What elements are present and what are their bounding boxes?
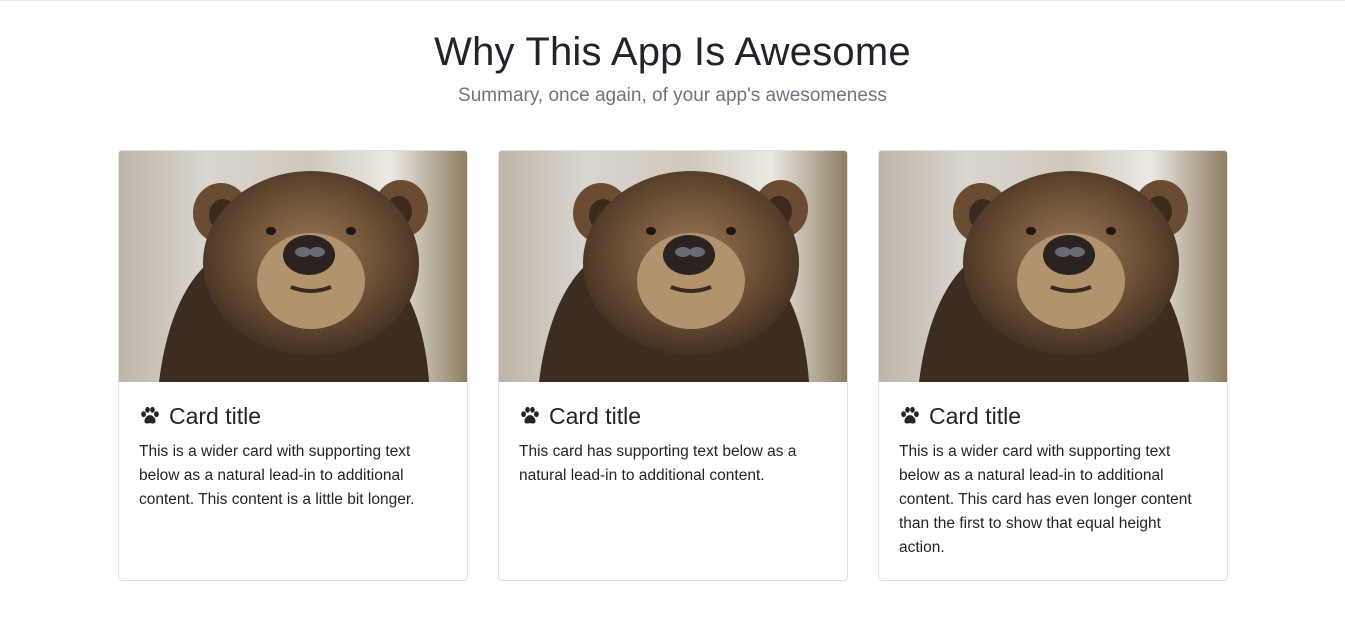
- card-title-row: Card title: [899, 402, 1207, 430]
- bear-image: [119, 151, 467, 382]
- section-title: Why This App Is Awesome: [434, 30, 911, 74]
- card-body: Card title This is a wider card with sup…: [119, 382, 467, 532]
- card-title: Card title: [929, 403, 1022, 429]
- card-text: This card has supporting text below as a…: [519, 443, 797, 484]
- card-image: [499, 151, 847, 382]
- card-image: [119, 151, 467, 382]
- paw-icon: [521, 406, 539, 424]
- card: Card title This is a wider card with sup…: [878, 150, 1228, 581]
- card-text: This is a wider card with supporting tex…: [139, 443, 415, 508]
- bear-image: [499, 151, 847, 382]
- card-body: Card title This is a wider card with sup…: [879, 382, 1227, 580]
- card-deck: Card title This is a wider card with sup…: [118, 150, 1228, 581]
- card-image: [879, 151, 1227, 382]
- bear-image: [879, 151, 1227, 382]
- paw-icon: [901, 406, 919, 424]
- card: Card title This card has supporting text…: [498, 150, 848, 581]
- card-title: Card title: [169, 403, 262, 429]
- card-title-row: Card title: [519, 402, 827, 430]
- card-body: Card title This card has supporting text…: [499, 382, 847, 508]
- paw-icon: [141, 406, 159, 424]
- card-title: Card title: [549, 403, 642, 429]
- card-title-row: Card title: [139, 402, 447, 430]
- card-text: This is a wider card with supporting tex…: [899, 443, 1192, 556]
- card: Card title This is a wider card with sup…: [118, 150, 468, 581]
- top-divider: [0, 0, 1345, 1]
- section-subtitle: Summary, once again, of your app's aweso…: [458, 85, 887, 106]
- features-section: Why This App Is Awesome Summary, once ag…: [0, 0, 1345, 637]
